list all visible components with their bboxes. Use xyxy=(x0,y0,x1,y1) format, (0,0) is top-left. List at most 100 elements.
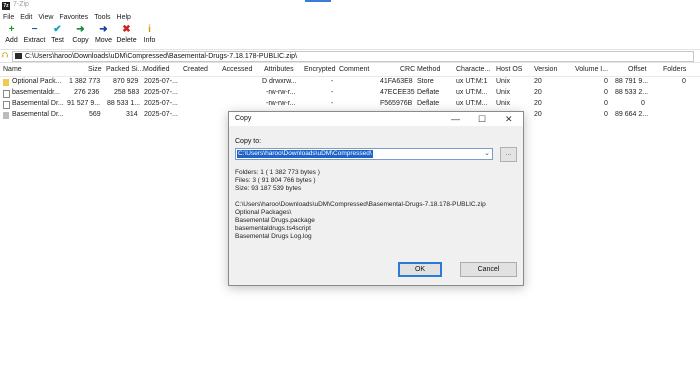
col-comment[interactable]: Comment xyxy=(339,66,369,73)
col-characteristics[interactable]: Characte... xyxy=(456,66,490,73)
cell-offset: 0 xyxy=(641,100,645,107)
window-title: 7-Zip xyxy=(13,1,29,8)
cell-volume: 0 xyxy=(604,100,608,107)
col-modified[interactable]: Modified xyxy=(143,66,169,73)
delete-button[interactable]: ✖ Delete xyxy=(115,24,138,48)
col-created[interactable]: Created xyxy=(183,66,208,73)
move-icon: ➜ xyxy=(99,24,108,35)
copy-label: Copy xyxy=(72,37,89,44)
add-button[interactable]: + Add xyxy=(0,24,23,48)
cell-attributes: -rw-rw-r... xyxy=(266,100,296,107)
cell-version: 20 xyxy=(534,100,542,107)
app-logo-icon: 7z xyxy=(2,2,10,10)
title-bar: 7z 7-Zip xyxy=(0,0,700,12)
col-host-os[interactable]: Host OS xyxy=(496,66,522,73)
browse-button[interactable]: ... xyxy=(500,147,517,162)
menu-help[interactable]: Help xyxy=(114,13,134,23)
col-method[interactable]: Method xyxy=(417,66,440,73)
cell-name: Basemental Dr... xyxy=(12,111,64,118)
cell-offset: 89 664 2... xyxy=(615,111,649,118)
cell-packed: 258 583 xyxy=(114,89,140,96)
cell-version: 20 xyxy=(534,78,542,85)
col-version[interactable]: Version xyxy=(534,66,557,73)
up-folder-icon[interactable]: ⮉ xyxy=(2,51,8,61)
menu-file[interactable]: File xyxy=(0,13,17,23)
info-button[interactable]: i Info xyxy=(138,24,161,48)
col-volume-index[interactable]: Volume I... xyxy=(575,66,608,73)
cell-size: 569 xyxy=(89,111,101,118)
cell-volume: 0 xyxy=(604,78,608,85)
info-archive-path: C:\Users\haroo\Downloads\uDM\Compressed\… xyxy=(235,201,486,208)
test-icon: ✔ xyxy=(53,24,62,35)
col-packed-size[interactable]: Packed Si... xyxy=(106,66,143,73)
cell-crc: 41FA63E8 xyxy=(380,78,413,85)
move-button[interactable]: ➜ Move xyxy=(92,24,115,48)
menu-favorites[interactable]: Favorites xyxy=(56,13,91,23)
delete-icon: ✖ xyxy=(122,24,131,35)
cell-packed: 88 533 1... xyxy=(107,100,141,107)
cell-name: basementaldr... xyxy=(12,89,60,96)
col-folders[interactable]: Folders xyxy=(663,66,686,73)
ok-button[interactable]: OK xyxy=(398,262,442,277)
cell-size: 91 527 9... xyxy=(67,100,101,107)
move-label: Move xyxy=(94,37,113,44)
col-offset[interactable]: Offset xyxy=(628,66,647,73)
cell-crc: F565976B xyxy=(380,100,413,107)
cell-version: 20 xyxy=(534,89,542,96)
maximize-icon[interactable]: ☐ xyxy=(478,114,486,124)
test-button[interactable]: ✔ Test xyxy=(46,24,69,48)
info-item: Optional Packages\ xyxy=(235,209,292,216)
cell-host-os: Unix xyxy=(496,100,511,107)
cancel-button[interactable]: Cancel xyxy=(460,262,517,277)
col-encrypted[interactable]: Encrypted xyxy=(304,66,336,73)
col-attributes[interactable]: Attributes xyxy=(264,66,294,73)
cell-method: Deflate xyxy=(417,89,440,96)
menu-view[interactable]: View xyxy=(35,13,56,23)
column-headers: Name Size Packed Si... Modified Created … xyxy=(0,65,700,77)
info-label: Info xyxy=(143,37,156,44)
close-icon[interactable]: ✕ xyxy=(505,114,513,124)
table-row[interactable]: Optional Pack... 1 382 773 870 929 2025-… xyxy=(0,77,700,88)
add-label: Add xyxy=(5,37,18,44)
cell-offset: 88 533 2... xyxy=(615,89,649,96)
cell-version: 20 xyxy=(534,111,542,118)
copy-to-label: Copy to: xyxy=(235,138,262,145)
menu-tools[interactable]: Tools xyxy=(91,13,113,23)
info-item: basementaldrugs.ts4script xyxy=(235,225,311,232)
cell-attributes: D drwxrw... xyxy=(262,78,297,85)
cell-size: 276 236 xyxy=(74,89,100,96)
col-accessed[interactable]: Accessed xyxy=(222,66,252,73)
copy-button[interactable]: ➜ Copy xyxy=(69,24,92,48)
table-row[interactable]: Basemental Dr... 91 527 9... 88 533 1...… xyxy=(0,99,700,110)
delete-label: Delete xyxy=(116,37,137,44)
col-crc[interactable]: CRC xyxy=(400,66,415,73)
cell-crc: 47ECEE35 xyxy=(380,89,415,96)
info-item: Basemental Drugs.package xyxy=(235,217,315,224)
cell-modified: 2025-07-... xyxy=(144,111,178,118)
menu-edit[interactable]: Edit xyxy=(17,13,35,23)
cell-attributes: -rw-rw-r... xyxy=(266,89,296,96)
destination-combo[interactable]: C:\Users\haroo\Downloads\uDM\Compressed\… xyxy=(235,148,493,160)
cell-characteristics: ux UT:M... xyxy=(456,89,488,96)
cell-name: Optional Pack... xyxy=(12,78,62,85)
extract-button[interactable]: − Extract xyxy=(23,24,46,48)
taskbar-accent xyxy=(305,0,331,2)
cell-offset: 88 791 9... xyxy=(615,78,649,85)
toolbar: + Add − Extract ✔ Test ➜ Copy ➜ Move ✖ Delete … xyxy=(0,24,161,48)
path-input[interactable]: C:\Users\haroo\Downloads\uDM\Compressed\… xyxy=(12,51,694,62)
cell-encrypted: - xyxy=(331,78,334,85)
table-row[interactable]: basementaldr... 276 236 258 583 2025-07-… xyxy=(0,88,700,99)
col-name[interactable]: Name xyxy=(3,66,22,73)
test-label: Test xyxy=(51,37,64,44)
cell-size: 1 382 773 xyxy=(69,78,101,85)
extract-icon: − xyxy=(31,24,38,35)
col-size[interactable]: Size xyxy=(88,66,102,73)
info-files: Files: 3 ( 91 804 766 bytes ) xyxy=(235,177,316,184)
chevron-down-icon[interactable]: ⌄ xyxy=(484,149,490,159)
archive-icon xyxy=(15,53,22,59)
cell-name: Basemental Dr... xyxy=(12,100,64,107)
cell-packed: 314 xyxy=(126,111,138,118)
minimize-icon[interactable]: — xyxy=(451,114,460,124)
folder-icon xyxy=(3,79,9,86)
cell-encrypted: - xyxy=(331,100,334,107)
